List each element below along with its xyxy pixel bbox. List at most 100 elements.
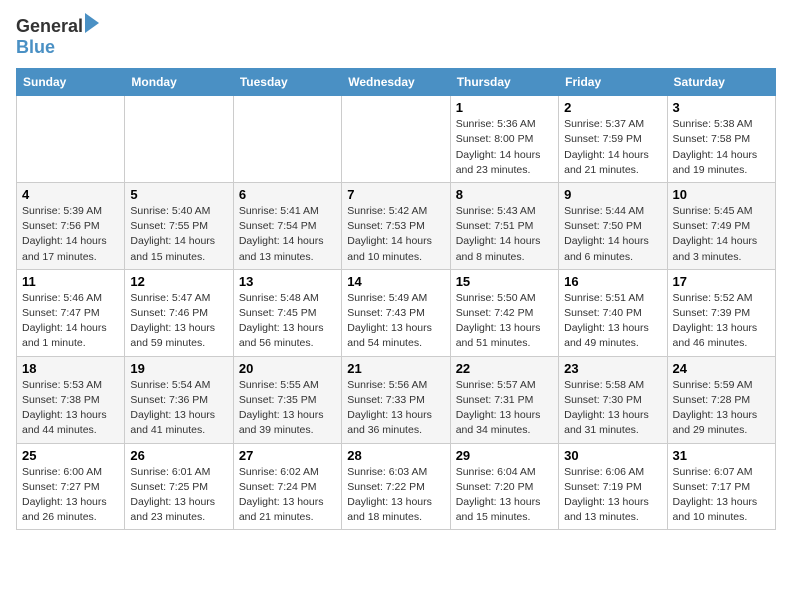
weekday-header-wednesday: Wednesday (342, 69, 450, 96)
day-info: Sunrise: 5:59 AMSunset: 7:28 PMDaylight:… (673, 378, 770, 439)
day-number: 2 (564, 100, 661, 115)
day-number: 25 (22, 448, 119, 463)
weekday-header-tuesday: Tuesday (233, 69, 341, 96)
day-info: Sunrise: 5:54 AMSunset: 7:36 PMDaylight:… (130, 378, 227, 439)
calendar-cell: 11Sunrise: 5:46 AMSunset: 7:47 PMDayligh… (17, 269, 125, 356)
day-info: Sunrise: 5:58 AMSunset: 7:30 PMDaylight:… (564, 378, 661, 439)
day-number: 22 (456, 361, 553, 376)
day-info: Sunrise: 5:38 AMSunset: 7:58 PMDaylight:… (673, 117, 770, 178)
day-info: Sunrise: 6:04 AMSunset: 7:20 PMDaylight:… (456, 465, 553, 526)
logo-text-block: General Blue (16, 16, 99, 58)
day-number: 27 (239, 448, 336, 463)
day-number: 29 (456, 448, 553, 463)
weekday-header-friday: Friday (559, 69, 667, 96)
day-number: 23 (564, 361, 661, 376)
calendar-header-row: SundayMondayTuesdayWednesdayThursdayFrid… (17, 69, 776, 96)
day-info: Sunrise: 6:01 AMSunset: 7:25 PMDaylight:… (130, 465, 227, 526)
weekday-header-monday: Monday (125, 69, 233, 96)
day-number: 13 (239, 274, 336, 289)
day-number: 9 (564, 187, 661, 202)
day-number: 3 (673, 100, 770, 115)
day-info: Sunrise: 5:44 AMSunset: 7:50 PMDaylight:… (564, 204, 661, 265)
calendar-cell: 2 Sunrise: 5:37 AMSunset: 7:59 PMDaylight… (559, 96, 667, 183)
logo-container: General Blue (16, 16, 99, 58)
logo-general: General (16, 16, 83, 37)
day-number: 8 (456, 187, 553, 202)
logo: General Blue (16, 16, 99, 58)
calendar-cell: 8 Sunrise: 5:43 AMSunset: 7:51 PMDaylight… (450, 182, 558, 269)
day-info: Sunrise: 5:43 AMSunset: 7:51 PMDaylight:… (456, 204, 553, 265)
day-info: Sunrise: 5:37 AMSunset: 7:59 PMDaylight:… (564, 117, 661, 178)
calendar-cell: 25 Sunrise: 6:00 AMSunset: 7:27 PMDayligh… (17, 443, 125, 530)
calendar-week-5: 25 Sunrise: 6:00 AMSunset: 7:27 PMDayligh… (17, 443, 776, 530)
day-number: 11 (22, 274, 119, 289)
calendar-cell (342, 96, 450, 183)
logo-arrow-icon (85, 13, 99, 33)
day-number: 15 (456, 274, 553, 289)
day-number: 18 (22, 361, 119, 376)
calendar-cell: 6Sunrise: 5:41 AMSunset: 7:54 PMDaylight… (233, 182, 341, 269)
day-info: Sunrise: 6:02 AMSunset: 7:24 PMDaylight:… (239, 465, 336, 526)
day-info: Sunrise: 5:56 AMSunset: 7:33 PMDaylight:… (347, 378, 444, 439)
calendar-cell: 26Sunrise: 6:01 AMSunset: 7:25 PMDayligh… (125, 443, 233, 530)
day-info: Sunrise: 5:49 AMSunset: 7:43 PMDaylight:… (347, 291, 444, 352)
day-number: 10 (673, 187, 770, 202)
calendar-cell: 30Sunrise: 6:06 AMSunset: 7:19 PMDayligh… (559, 443, 667, 530)
calendar-table: SundayMondayTuesdayWednesdayThursdayFrid… (16, 68, 776, 530)
day-info: Sunrise: 6:00 AMSunset: 7:27 PMDaylight:… (22, 465, 119, 526)
weekday-header-thursday: Thursday (450, 69, 558, 96)
day-info: Sunrise: 5:52 AMSunset: 7:39 PMDaylight:… (673, 291, 770, 352)
day-info: Sunrise: 5:39 AMSunset: 7:56 PMDaylight:… (22, 204, 119, 265)
day-number: 14 (347, 274, 444, 289)
weekday-header-saturday: Saturday (667, 69, 775, 96)
calendar-cell: 20Sunrise: 5:55 AMSunset: 7:35 PMDayligh… (233, 356, 341, 443)
day-info: Sunrise: 5:42 AMSunset: 7:53 PMDaylight:… (347, 204, 444, 265)
day-info: Sunrise: 5:48 AMSunset: 7:45 PMDaylight:… (239, 291, 336, 352)
calendar-cell: 18 Sunrise: 5:53 AMSunset: 7:38 PMDayligh… (17, 356, 125, 443)
day-number: 31 (673, 448, 770, 463)
day-number: 1 (456, 100, 553, 115)
day-number: 16 (564, 274, 661, 289)
day-info: Sunrise: 5:47 AMSunset: 7:46 PMDaylight:… (130, 291, 227, 352)
calendar-cell: 7 Sunrise: 5:42 AMSunset: 7:53 PMDaylight… (342, 182, 450, 269)
calendar-cell (233, 96, 341, 183)
day-info: Sunrise: 5:55 AMSunset: 7:35 PMDaylight:… (239, 378, 336, 439)
day-info: Sunrise: 5:36 AMSunset: 8:00 PMDaylight:… (456, 117, 553, 178)
day-number: 4 (22, 187, 119, 202)
calendar-week-2: 4 Sunrise: 5:39 AMSunset: 7:56 PMDaylight… (17, 182, 776, 269)
calendar-cell (125, 96, 233, 183)
calendar-cell: 27 Sunrise: 6:02 AMSunset: 7:24 PMDayligh… (233, 443, 341, 530)
calendar-cell: 23 Sunrise: 5:58 AMSunset: 7:30 PMDayligh… (559, 356, 667, 443)
day-info: Sunrise: 5:53 AMSunset: 7:38 PMDaylight:… (22, 378, 119, 439)
calendar-cell: 12 Sunrise: 5:47 AMSunset: 7:46 PMDayligh… (125, 269, 233, 356)
calendar-cell: 29 Sunrise: 6:04 AMSunset: 7:20 PMDayligh… (450, 443, 558, 530)
day-info: Sunrise: 6:03 AMSunset: 7:22 PMDaylight:… (347, 465, 444, 526)
calendar-cell: 24 Sunrise: 5:59 AMSunset: 7:28 PMDayligh… (667, 356, 775, 443)
calendar-week-3: 11Sunrise: 5:46 AMSunset: 7:47 PMDayligh… (17, 269, 776, 356)
day-number: 7 (347, 187, 444, 202)
calendar-cell: 21Sunrise: 5:56 AMSunset: 7:33 PMDayligh… (342, 356, 450, 443)
calendar-cell: 17 Sunrise: 5:52 AMSunset: 7:39 PMDayligh… (667, 269, 775, 356)
calendar-week-1: 1 Sunrise: 5:36 AMSunset: 8:00 PMDaylight… (17, 96, 776, 183)
day-info: Sunrise: 5:40 AMSunset: 7:55 PMDaylight:… (130, 204, 227, 265)
calendar-cell: 10 Sunrise: 5:45 AMSunset: 7:49 PMDayligh… (667, 182, 775, 269)
calendar-cell: 14 Sunrise: 5:49 AMSunset: 7:43 PMDayligh… (342, 269, 450, 356)
weekday-header-sunday: Sunday (17, 69, 125, 96)
day-number: 19 (130, 361, 227, 376)
day-number: 30 (564, 448, 661, 463)
day-number: 24 (673, 361, 770, 376)
calendar-cell (17, 96, 125, 183)
calendar-week-4: 18 Sunrise: 5:53 AMSunset: 7:38 PMDayligh… (17, 356, 776, 443)
day-number: 12 (130, 274, 227, 289)
day-info: Sunrise: 6:07 AMSunset: 7:17 PMDaylight:… (673, 465, 770, 526)
calendar-cell: 5Sunrise: 5:40 AMSunset: 7:55 PMDaylight… (125, 182, 233, 269)
calendar-cell: 31 Sunrise: 6:07 AMSunset: 7:17 PMDayligh… (667, 443, 775, 530)
calendar-cell: 1 Sunrise: 5:36 AMSunset: 8:00 PMDaylight… (450, 96, 558, 183)
day-number: 28 (347, 448, 444, 463)
day-info: Sunrise: 5:41 AMSunset: 7:54 PMDaylight:… (239, 204, 336, 265)
day-info: Sunrise: 5:57 AMSunset: 7:31 PMDaylight:… (456, 378, 553, 439)
calendar-cell: 4 Sunrise: 5:39 AMSunset: 7:56 PMDaylight… (17, 182, 125, 269)
day-number: 17 (673, 274, 770, 289)
day-info: Sunrise: 5:45 AMSunset: 7:49 PMDaylight:… (673, 204, 770, 265)
calendar-cell: 15Sunrise: 5:50 AMSunset: 7:42 PMDayligh… (450, 269, 558, 356)
